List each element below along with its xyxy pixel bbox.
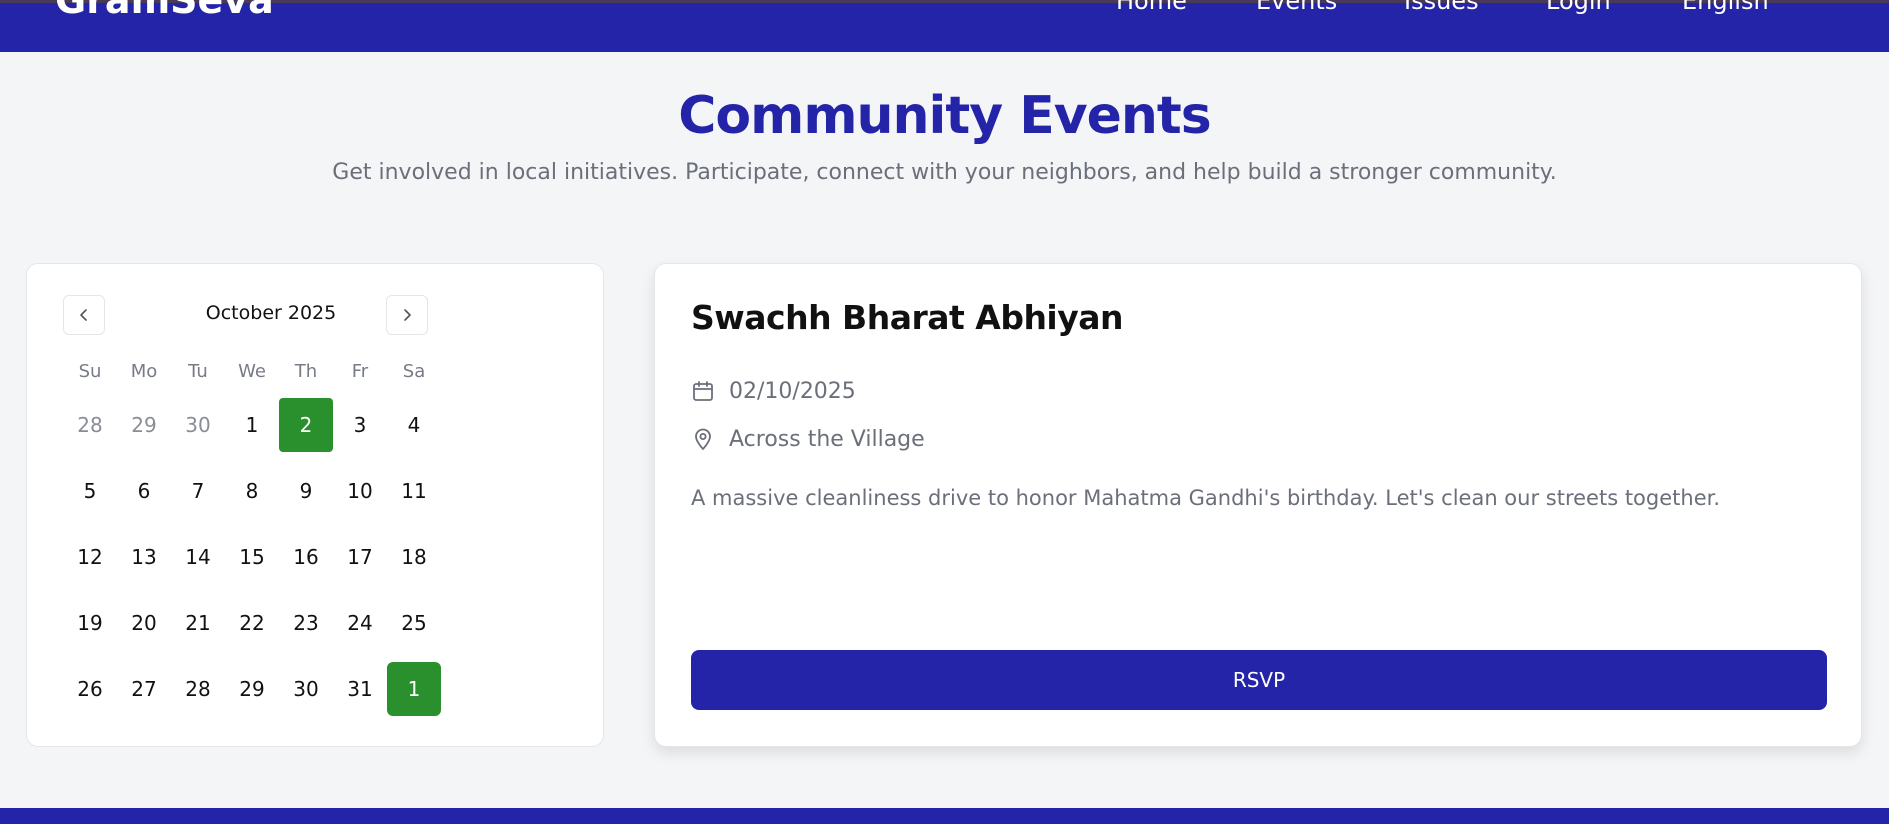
- calendar-day[interactable]: 29: [225, 662, 279, 716]
- calendar-day-event[interactable]: 2: [279, 398, 333, 452]
- calendar-day[interactable]: 22: [225, 596, 279, 650]
- calendar-next-button[interactable]: [386, 295, 428, 335]
- event-title: Swachh Bharat Abhiyan: [691, 298, 1124, 337]
- chevron-right-icon: [404, 309, 411, 321]
- calendar-day[interactable]: 31: [333, 662, 387, 716]
- weekday-label: Tu: [188, 361, 208, 382]
- calendar-day[interactable]: 14: [171, 530, 225, 584]
- calendar-day[interactable]: 12: [63, 530, 117, 584]
- calendar-day[interactable]: 13: [117, 530, 171, 584]
- calendar-day[interactable]: 5: [63, 464, 117, 518]
- calendar-day[interactable]: 27: [117, 662, 171, 716]
- event-location: Across the Village: [729, 426, 925, 452]
- calendar-day[interactable]: 15: [225, 530, 279, 584]
- calendar-day[interactable]: 30: [171, 398, 225, 452]
- weekday-label: Mo: [130, 361, 158, 382]
- calendar-day[interactable]: 16: [279, 530, 333, 584]
- map-pin-icon: [695, 428, 711, 450]
- nav-link-events[interactable]: Events: [1256, 0, 1337, 13]
- calendar-day-event[interactable]: 1: [387, 662, 441, 716]
- calendar-week-row: 5 6 7 8 9 10 11: [63, 464, 603, 518]
- event-date-row: 02/10/2025: [691, 376, 856, 406]
- calendar-day[interactable]: 23: [279, 596, 333, 650]
- weekday-label: Fr: [351, 361, 369, 382]
- event-card: Swachh Bharat Abhiyan 02/10/2025 Across …: [654, 263, 1862, 747]
- calendar-day[interactable]: 26: [63, 662, 117, 716]
- calendar-icon: [693, 381, 713, 401]
- nav-link-issues[interactable]: Issues: [1404, 0, 1479, 13]
- footer-bar: [0, 808, 1889, 824]
- calendar-week-row: 28 29 30 1 2 3 4: [63, 398, 603, 452]
- calendar-day[interactable]: 29: [117, 398, 171, 452]
- calendar-week-row: 26 27 28 29 30 31 1: [63, 662, 603, 716]
- weekday-label: Su: [78, 361, 102, 382]
- calendar-day[interactable]: 28: [63, 398, 117, 452]
- calendar-day[interactable]: 1: [225, 398, 279, 452]
- weekday-label: Sa: [402, 361, 426, 382]
- calendar-card: October 2025 Su Mo Tu We Th Fr Sa 28 29 …: [26, 263, 604, 747]
- calendar-day[interactable]: 20: [117, 596, 171, 650]
- calendar-day[interactable]: 7: [171, 464, 225, 518]
- page-subtitle: Get involved in local initiatives. Parti…: [332, 160, 1557, 185]
- calendar-day[interactable]: 21: [171, 596, 225, 650]
- calendar-week-row: 19 20 21 22 23 24 25: [63, 596, 603, 650]
- weekday-label: We: [238, 361, 266, 382]
- nav-link-login[interactable]: Login: [1546, 0, 1611, 13]
- chevron-left-icon: [80, 309, 87, 321]
- event-description: A massive cleanliness drive to honor Mah…: [691, 486, 1720, 510]
- calendar-day[interactable]: 11: [387, 464, 441, 518]
- calendar-day[interactable]: 17: [333, 530, 387, 584]
- calendar-day[interactable]: 6: [117, 464, 171, 518]
- nav-link-language[interactable]: English: [1682, 0, 1769, 13]
- calendar-month-label: October 2025: [205, 302, 337, 324]
- calendar-day[interactable]: 9: [279, 464, 333, 518]
- calendar-day[interactable]: 28: [171, 662, 225, 716]
- calendar-day[interactable]: 8: [225, 464, 279, 518]
- calendar-day[interactable]: 10: [333, 464, 387, 518]
- calendar-day[interactable]: 4: [387, 398, 441, 452]
- calendar-day[interactable]: 3: [333, 398, 387, 452]
- calendar-day[interactable]: 30: [279, 662, 333, 716]
- calendar-day[interactable]: 19: [63, 596, 117, 650]
- calendar-prev-button[interactable]: [63, 295, 105, 335]
- calendar-week-row: 12 13 14 15 16 17 18: [63, 530, 603, 584]
- nav-link-home[interactable]: Home: [1116, 0, 1187, 13]
- top-navbar: GramSeva Home Events Issues Login Englis…: [0, 0, 1889, 52]
- page-title: Community Events: [678, 86, 1212, 146]
- calendar-day[interactable]: 25: [387, 596, 441, 650]
- rsvp-button[interactable]: RSVP: [691, 650, 1827, 710]
- event-location-row: Across the Village: [691, 424, 925, 454]
- calendar-day[interactable]: 24: [333, 596, 387, 650]
- event-date: 02/10/2025: [729, 378, 856, 404]
- weekday-label: Th: [294, 361, 318, 382]
- calendar-day[interactable]: 18: [387, 530, 441, 584]
- nav-links: Home Events Issues Login English: [0, 0, 1889, 19]
